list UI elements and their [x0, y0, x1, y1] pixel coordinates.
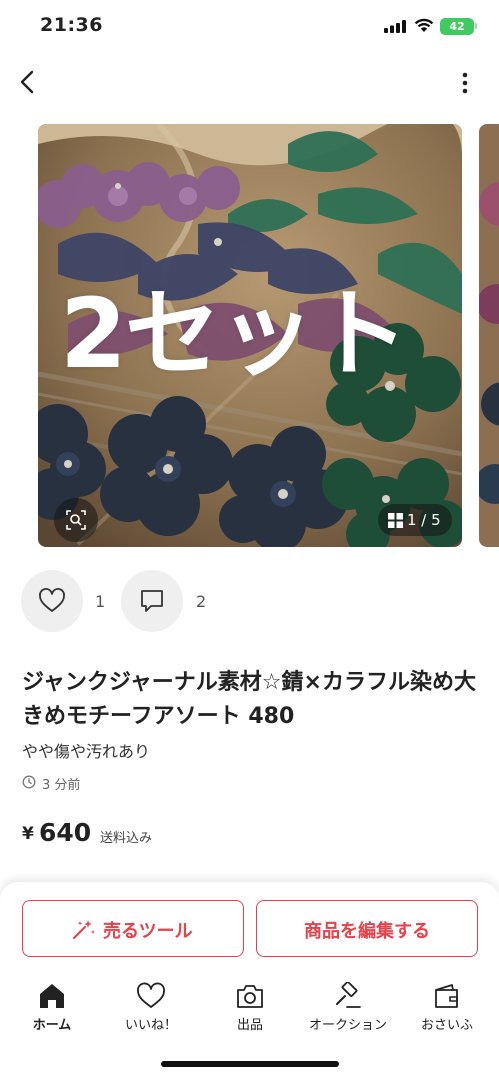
bottom-tab-bar: ホーム いいね！ 出品 オークション おさいふ [0, 976, 499, 1046]
next-photo [479, 124, 499, 547]
image-overlay-text: 2セット [60, 278, 409, 390]
more-options-button[interactable] [452, 68, 478, 98]
comment-icon [141, 590, 163, 612]
image-zoom-button[interactable] [54, 498, 98, 542]
like-count: 1 [95, 592, 106, 611]
more-vertical-icon [462, 72, 468, 94]
posted-time: 3 分前 [42, 778, 81, 793]
clock-icon [22, 775, 36, 789]
edit-product-label: 商品を編集する [304, 921, 430, 942]
tab-likes[interactable]: いいね！ [101, 976, 201, 1040]
tab-wallet[interactable]: おさいふ [397, 976, 497, 1040]
comment-button[interactable] [121, 570, 183, 632]
grid-icon [388, 513, 403, 528]
product-condition: やや傷や汚れあり [22, 742, 151, 761]
product-title: ジャンクジャーナル素材☆錆×カラフル染め大きめモチーフアソート 480 [22, 670, 476, 729]
status-bar: 21:36 42 [0, 0, 499, 52]
tab-auction-label: オークション [308, 1018, 387, 1033]
sell-tool-button[interactable]: 売るツール [22, 900, 244, 957]
camera-icon [237, 985, 263, 1008]
home-indicator [161, 1061, 339, 1067]
heart-icon [137, 982, 165, 1008]
tab-likes-label: いいね！ [124, 1018, 177, 1033]
image-page-counter: 1 / 5 [378, 504, 452, 536]
battery-tip [475, 23, 477, 29]
tab-wallet-label: おさいふ [420, 1018, 473, 1033]
edit-product-button[interactable]: 商品を編集する [256, 900, 478, 957]
battery-icon: 42 [440, 18, 474, 35]
next-image-preview[interactable] [479, 124, 499, 547]
wifi-icon [414, 18, 434, 32]
battery-level: 42 [449, 20, 465, 33]
image-search-icon [66, 510, 86, 530]
image-counter-text: 1 / 5 [407, 511, 441, 529]
tab-sell[interactable]: 出品 [200, 976, 300, 1040]
home-icon [40, 984, 64, 1008]
gavel-icon [336, 982, 361, 1008]
back-button[interactable] [14, 66, 44, 98]
tab-auction[interactable]: オークション [298, 976, 398, 1040]
product-image-carousel[interactable]: 2セット 1 / 5 [38, 124, 462, 547]
product-detail-screen: 21:36 42 2セット 1 / 5 1 2 ジャンクジャーナル素材☆錆×カラ… [0, 0, 499, 1080]
shipping-note: 送料込み [100, 831, 153, 846]
tab-home[interactable]: ホーム [2, 976, 102, 1040]
magic-wand-icon [73, 920, 95, 939]
comment-count: 2 [196, 592, 207, 611]
heart-icon [39, 588, 65, 612]
chevron-left-icon [20, 70, 34, 94]
tab-sell-label: 出品 [236, 1018, 263, 1033]
sell-tool-label: 売るツール [103, 921, 193, 942]
product-price: 640 [39, 818, 92, 847]
like-button[interactable] [21, 570, 83, 632]
currency-symbol: ¥ [22, 824, 34, 844]
status-time: 21:36 [40, 14, 103, 36]
tab-home-label: ホーム [32, 1018, 72, 1033]
cellular-signal-icon [384, 20, 406, 33]
wallet-icon [435, 984, 458, 1008]
